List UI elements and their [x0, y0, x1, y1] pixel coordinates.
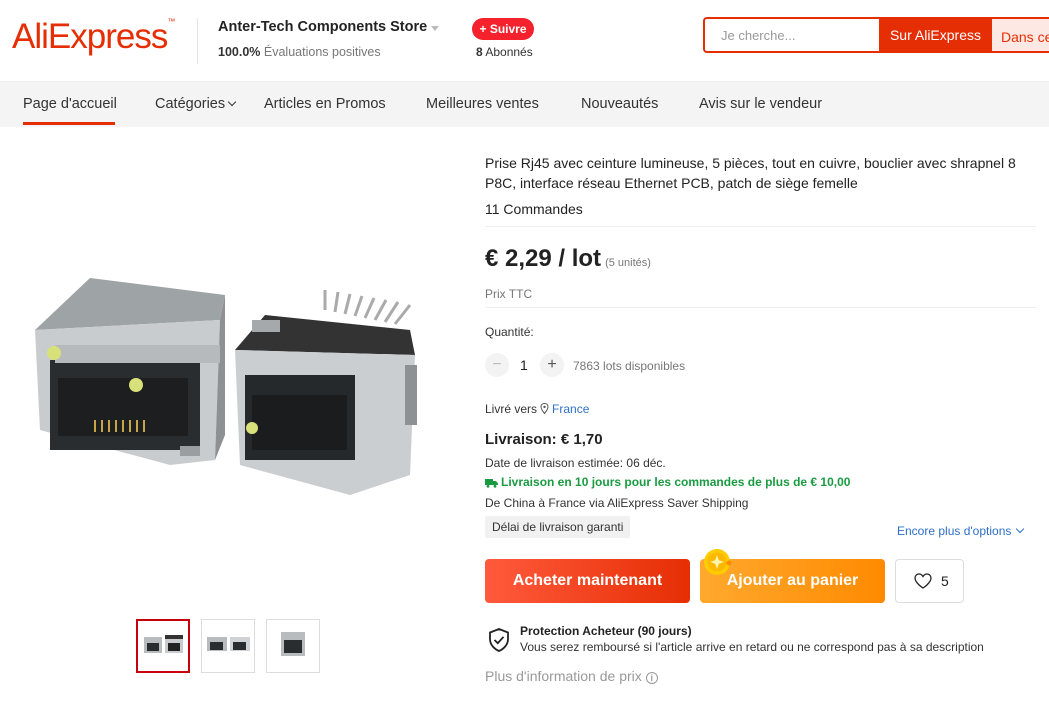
nav-categories[interactable]: Catégories	[155, 96, 237, 112]
product-main-image[interactable]	[20, 250, 460, 510]
truck-icon	[485, 479, 498, 488]
quantity-label: Quantité:	[485, 325, 534, 339]
rj45-connector-left	[35, 278, 225, 465]
divider	[485, 307, 1036, 308]
guaranteed-delivery-badge: Délai de livraison garanti	[485, 516, 631, 538]
product-price: € 2,29 / lot (5 unités)	[485, 245, 651, 272]
thumbnail-1-image	[144, 635, 183, 653]
delivery-cost: Livraison: € 1,70	[485, 431, 603, 448]
nav-home[interactable]: Page d'accueil	[23, 96, 117, 112]
search-store-button[interactable]: Dans ce	[992, 17, 1049, 53]
more-price-info-link[interactable]: Plus d'information de prix i	[485, 668, 658, 684]
ship-to: Livré vers France	[485, 402, 590, 416]
followers-count: 8 Abonnés	[476, 45, 533, 59]
store-header: AliExpress™ Anter-Tech Components Store …	[0, 0, 1049, 82]
more-options-link[interactable]: Encore plus d'options	[897, 524, 1025, 538]
thumbnail-1[interactable]	[136, 619, 190, 673]
search-input[interactable]	[705, 19, 879, 51]
shield-check-icon	[489, 628, 509, 652]
nav-seller-reviews[interactable]: Avis sur le vendeur	[699, 96, 822, 112]
free-shipping-notice: Livraison en 10 jours pour les commandes…	[485, 475, 850, 489]
info-icon: i	[645, 672, 658, 684]
search-box	[703, 17, 879, 53]
stock-available: 7863 lots disponibles	[573, 359, 686, 373]
aliexpress-logo[interactable]: AliExpress™	[12, 17, 175, 57]
product-title: Prise Rj45 avec ceinture lumineuse, 5 pi…	[485, 155, 1016, 191]
quantity-value[interactable]: 1	[520, 357, 528, 373]
thumbnail-2-image	[207, 637, 250, 651]
wishlist-count: 5	[941, 573, 949, 589]
nav-promos[interactable]: Articles en Promos	[264, 96, 386, 112]
header-divider	[197, 18, 198, 64]
search-aliexpress-button[interactable]: Sur AliExpress	[879, 17, 992, 53]
chevron-down-icon	[227, 97, 237, 107]
buyer-protection-desc: Vous serez remboursé si l'article arrive…	[520, 640, 984, 654]
store-nav: Page d'accueil Catégories Articles en Pr…	[0, 82, 1049, 127]
nav-bestsellers[interactable]: Meilleures ventes	[426, 96, 539, 112]
orders-count: 11 Commandes	[485, 201, 583, 217]
store-rating: 100.0% Évaluations positives	[218, 45, 381, 59]
buy-now-button[interactable]: Acheter maintenant	[485, 559, 690, 603]
rj45-connector-right	[235, 290, 417, 495]
thumbnail-3[interactable]	[266, 619, 320, 673]
heart-icon	[914, 573, 932, 589]
thumbnail-2[interactable]	[201, 619, 255, 673]
store-dropdown-caret-icon[interactable]	[431, 26, 439, 31]
store-name[interactable]: Anter-Tech Components Store	[218, 19, 427, 35]
quantity-increment-button[interactable]: +	[540, 353, 564, 377]
nav-new-arrivals[interactable]: Nouveautés	[581, 96, 658, 112]
tax-label: Prix TTC	[485, 287, 533, 301]
nav-active-indicator	[23, 122, 115, 125]
ship-to-country-link[interactable]: France	[552, 402, 589, 416]
location-pin-icon	[540, 403, 549, 414]
follow-button[interactable]: + Suivre	[472, 18, 534, 40]
price-units: (5 unités)	[605, 257, 651, 269]
divider	[485, 226, 1036, 227]
quantity-decrement-button[interactable]: −	[485, 353, 509, 377]
chevron-down-icon	[1016, 524, 1025, 534]
thumbnail-3-image	[281, 632, 305, 656]
shipping-route: De China à France via AliExpress Saver S…	[485, 496, 749, 510]
buyer-protection-title: Protection Acheteur (90 jours)	[520, 624, 692, 638]
estimated-delivery: Date de livraison estimée: 06 déc.	[485, 456, 666, 470]
wishlist-button[interactable]: 5	[895, 559, 964, 603]
coin-badge-icon	[704, 549, 732, 575]
